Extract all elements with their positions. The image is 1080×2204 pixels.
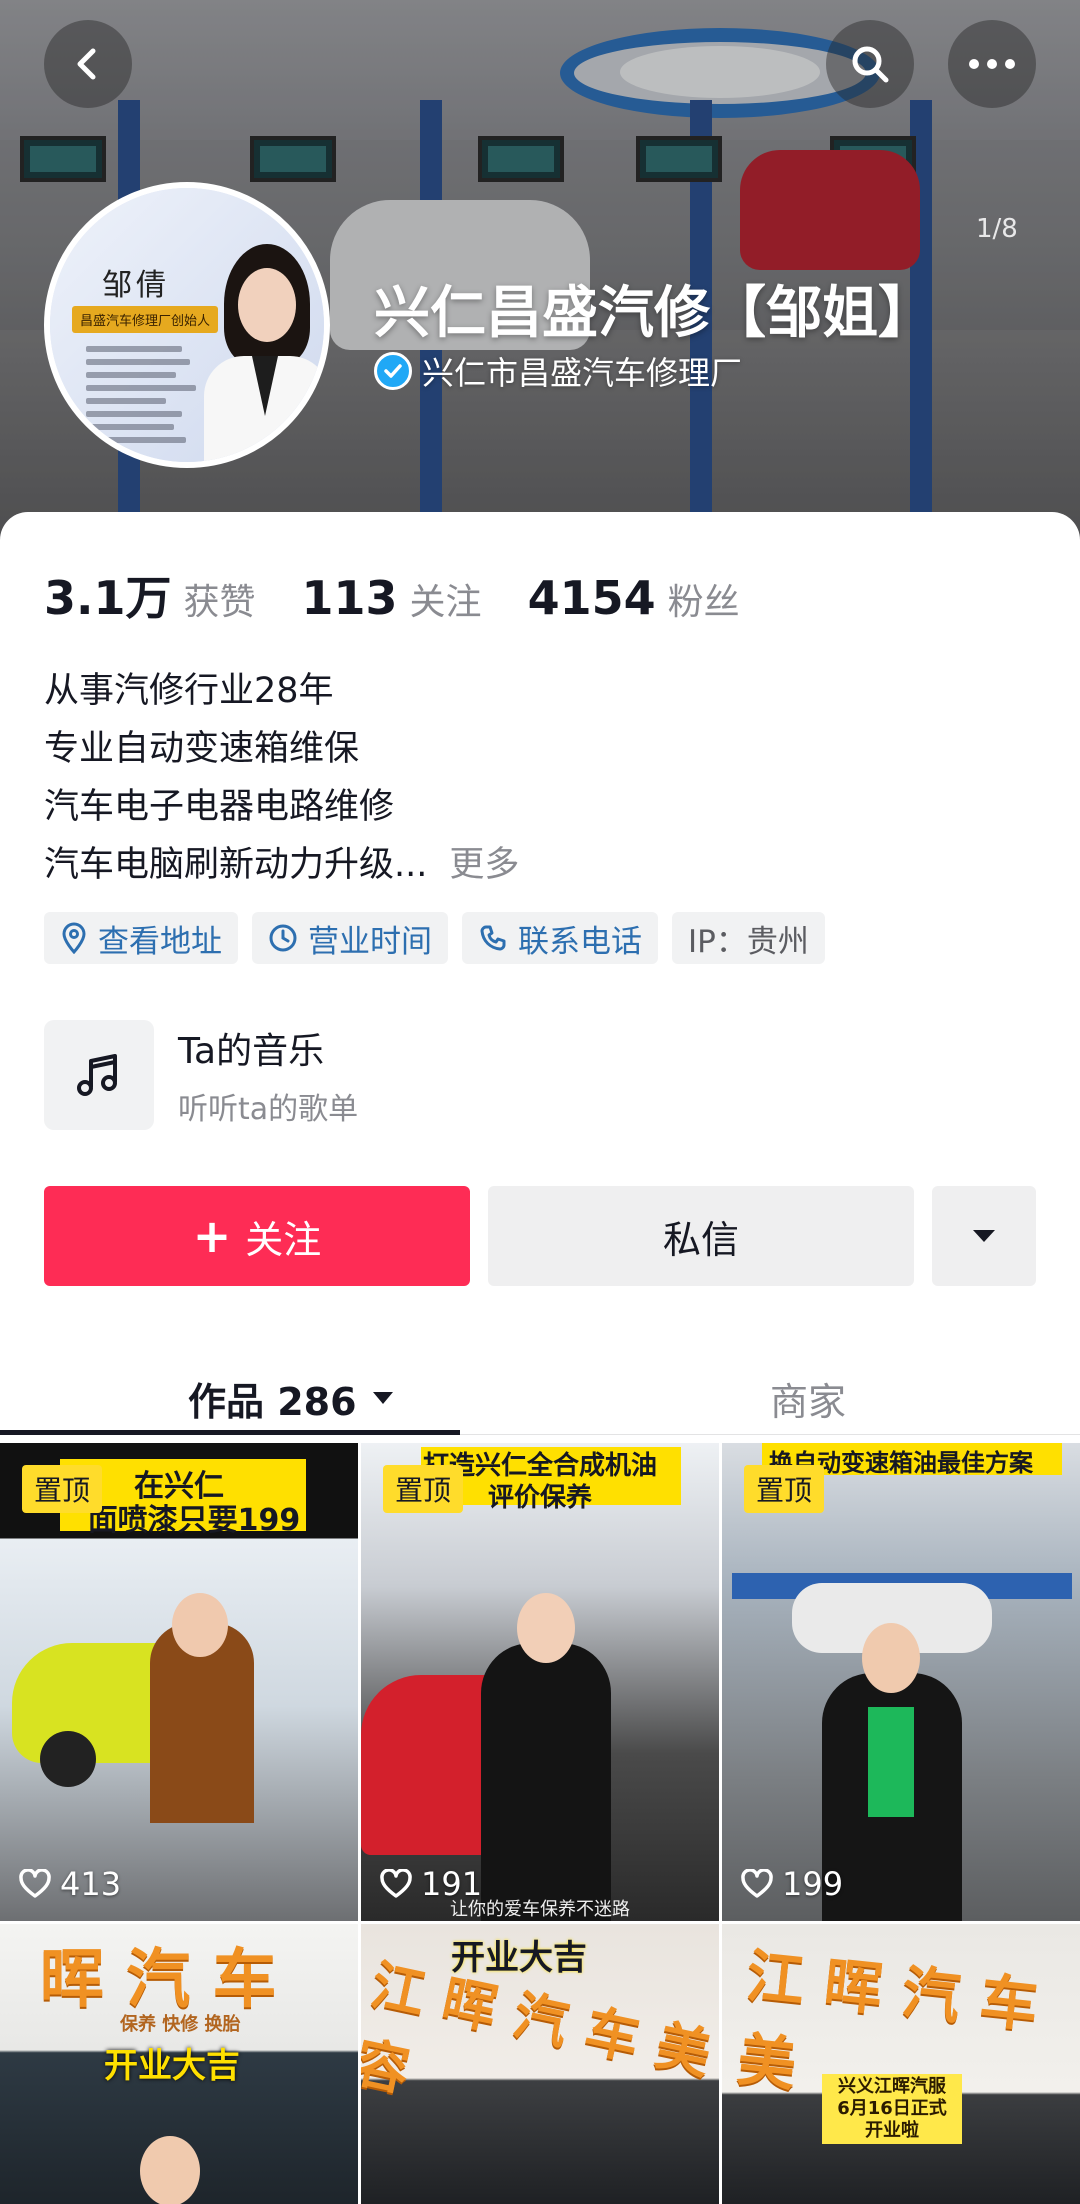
hours-chip[interactable]: 营业时间 xyxy=(252,912,448,964)
pinned-badge: 置顶 xyxy=(744,1465,825,1513)
thumb-banner: 开业大吉 xyxy=(104,2046,240,2086)
location-pin-icon xyxy=(62,922,86,954)
more-dots-icon xyxy=(969,59,1015,69)
avatar[interactable]: 邹倩 昌盛汽车修理厂创始人 xyxy=(44,182,330,468)
avatar-card-tag: 昌盛汽车修理厂创始人 xyxy=(72,306,219,333)
pinned-badge: 置顶 xyxy=(383,1465,464,1513)
avatar-card-name: 邹倩 xyxy=(102,268,170,303)
bio-line: 从事汽修行业28年 xyxy=(44,671,334,711)
thumb-face xyxy=(140,2136,200,2204)
like-count: 199 xyxy=(740,1865,843,1903)
like-count: 191 xyxy=(379,1865,482,1903)
stat-likes-label: 获赞 xyxy=(183,582,256,623)
more-button[interactable] xyxy=(948,20,1036,108)
like-count: 413 xyxy=(18,1865,121,1903)
music-icon-box xyxy=(44,1020,154,1130)
video-thumbnail[interactable]: 打造兴仁全合成机油 评价保养 置顶 让你的爱车保养不迷路 191 xyxy=(361,1443,719,1921)
ip-location-chip: IP：贵州 xyxy=(672,912,825,964)
cover-image-counter: 1/8 xyxy=(976,214,1018,244)
stat-following[interactable]: 113 关注 xyxy=(302,571,482,625)
verified-business[interactable]: 兴仁市昌盛汽车修理厂 xyxy=(374,348,742,394)
stats-row: 3.1万 获赞 113 关注 4154 粉丝 xyxy=(44,562,786,628)
stat-followers-count: 4154 xyxy=(527,571,656,625)
clock-icon xyxy=(269,924,297,952)
action-buttons: + 关注 私信 xyxy=(44,1186,1036,1286)
thumb-face xyxy=(517,1593,575,1663)
like-count-value: 413 xyxy=(60,1865,122,1903)
verified-check-icon xyxy=(374,352,412,390)
music-entry[interactable]: Ta的音乐 听听ta的歌单 xyxy=(44,1020,358,1130)
heart-icon xyxy=(19,1869,51,1898)
thumb-face xyxy=(862,1623,920,1693)
plus-icon: + xyxy=(192,1209,232,1263)
stat-likes-count: 3.1万 xyxy=(44,571,172,625)
profile-title: 兴仁昌盛汽修【邹姐】 xyxy=(374,281,934,346)
tab-works-label: 作品 286 xyxy=(188,1379,357,1424)
info-chips: 查看地址 营业时间 联系电话 IP：贵州 xyxy=(44,912,839,964)
caret-down-icon xyxy=(973,1230,995,1242)
bio-line: 专业自动变速箱维保 xyxy=(44,729,360,769)
heart-icon xyxy=(741,1869,773,1898)
pinned-badge: 置顶 xyxy=(22,1465,103,1513)
phone-chip[interactable]: 联系电话 xyxy=(462,912,658,964)
heart-icon xyxy=(380,1869,412,1898)
thumb-wheel xyxy=(40,1731,96,1787)
ip-location-label: IP：贵州 xyxy=(688,923,809,960)
back-button[interactable] xyxy=(44,20,132,108)
avatar-card-lines xyxy=(86,346,196,450)
bio[interactable]: 从事汽修行业28年 专业自动变速箱维保 汽车电子电器电路维修 汽车电脑刷新动力升… xyxy=(44,662,519,894)
thumb-shop-sign: 晖 汽 车 xyxy=(40,1942,277,2017)
thumb-person xyxy=(481,1643,611,1921)
thumb-shop-subsign: 保养 快修 换胎 xyxy=(120,2014,241,2035)
search-icon xyxy=(852,46,889,83)
tab-merchant-label: 商家 xyxy=(770,1379,847,1424)
stat-followers[interactable]: 4154 粉丝 xyxy=(528,571,740,625)
address-chip-label: 查看地址 xyxy=(98,923,222,960)
like-count-value: 191 xyxy=(421,1865,483,1903)
music-title: Ta的音乐 xyxy=(178,1031,325,1072)
bio-line: 汽车电脑刷新动力升级... xyxy=(44,845,428,885)
video-thumbnail[interactable]: 江 晖 汽 车 美 兴义江晖汽服 6月16日正式开业啦 xyxy=(722,1924,1080,2204)
recommend-dropdown-button[interactable] xyxy=(932,1186,1036,1286)
video-thumbnail[interactable]: 在兴仁 面喷漆只要199 置顶 413 xyxy=(0,1443,358,1921)
music-note-icon xyxy=(77,1054,117,1096)
avatar-person xyxy=(200,244,324,462)
video-thumbnail[interactable]: 开业大吉 江 晖 汽 车 美 容 xyxy=(361,1924,719,2204)
verified-business-name: 兴仁市昌盛汽车修理厂 xyxy=(422,354,743,392)
message-button-label: 私信 xyxy=(662,1217,739,1262)
tab-merchant[interactable]: 商家 xyxy=(770,1352,846,1444)
address-chip[interactable]: 查看地址 xyxy=(44,912,238,964)
music-subtitle: 听听ta的歌单 xyxy=(178,1092,359,1127)
tab-active-indicator xyxy=(0,1430,460,1435)
hours-chip-label: 营业时间 xyxy=(308,923,432,960)
stat-following-count: 113 xyxy=(301,571,398,625)
caret-down-icon xyxy=(372,1392,393,1404)
thumb-face xyxy=(172,1593,228,1657)
like-count-value: 199 xyxy=(782,1865,844,1903)
search-button[interactable] xyxy=(826,20,914,108)
phone-chip-label: 联系电话 xyxy=(518,923,642,960)
stat-followers-label: 粉丝 xyxy=(667,582,740,623)
thumb-shop-sign: 江 晖 汽 车 美 容 xyxy=(361,1952,717,2104)
thumb-banner: 兴义江晖汽服 6月16日正式开业啦 xyxy=(822,2074,962,2144)
phone-icon xyxy=(480,925,506,951)
follow-button[interactable]: + 关注 xyxy=(44,1186,470,1286)
chevron-left-icon xyxy=(77,48,96,80)
video-thumbnail[interactable]: 换自动变速箱油最佳方案 置顶 199 xyxy=(722,1443,1080,1921)
video-thumbnail[interactable]: 晖 汽 车 保养 快修 换胎 开业大吉 xyxy=(0,1924,358,2204)
stat-following-label: 关注 xyxy=(409,582,482,623)
message-button[interactable]: 私信 xyxy=(488,1186,914,1286)
bio-line: 汽车电子电器电路维修 xyxy=(44,787,395,827)
bio-more-link[interactable]: 更多 xyxy=(449,845,519,885)
thumb-shirt xyxy=(868,1707,914,1817)
follow-button-label: 关注 xyxy=(245,1217,322,1262)
stat-likes[interactable]: 3.1万 获赞 xyxy=(44,562,256,628)
